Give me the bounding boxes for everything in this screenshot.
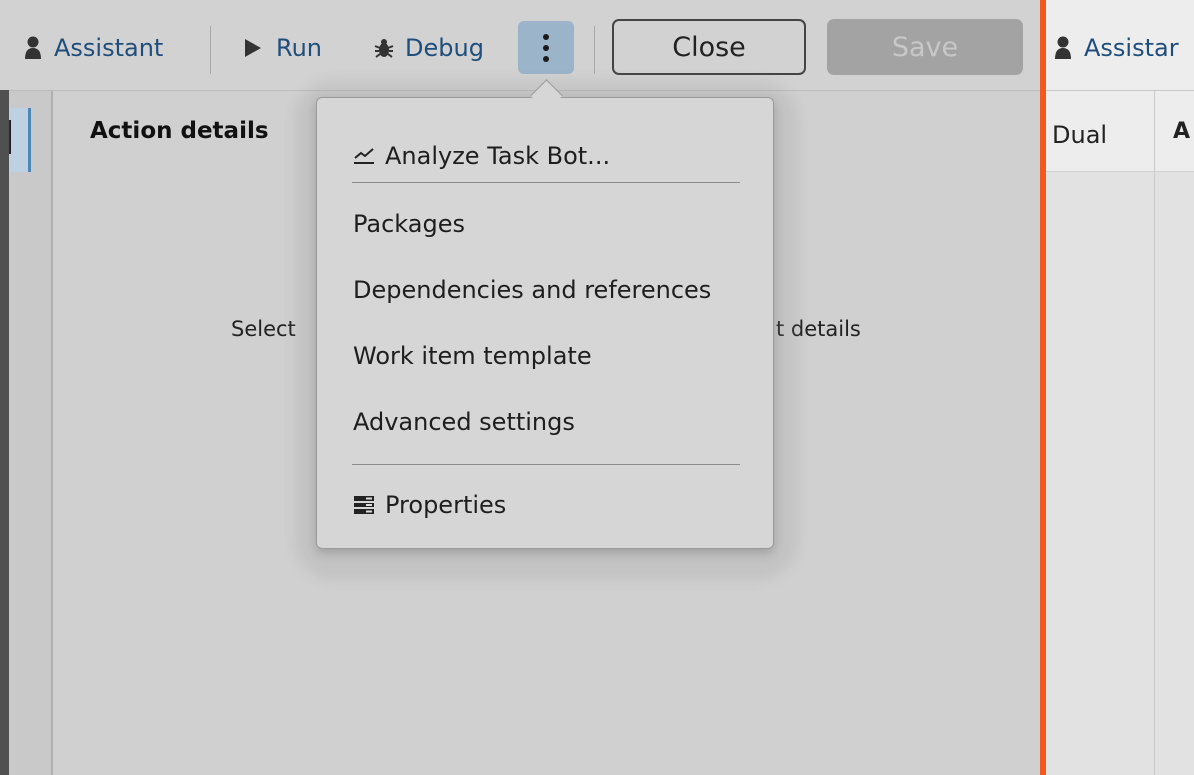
side-tab-marker bbox=[9, 120, 11, 154]
person-icon bbox=[25, 36, 41, 59]
menu-item-advanced-settings[interactable]: Advanced settings bbox=[353, 402, 575, 442]
second-assistant-button[interactable]: Assistar bbox=[1054, 26, 1179, 70]
assistant-button[interactable]: Assistant bbox=[24, 26, 163, 70]
menu-item-analyze-label: Analyze Task Bot... bbox=[385, 142, 611, 170]
editor-pane: Assistant Run Debug Close Save Action de… bbox=[0, 0, 1040, 775]
left-edge-border bbox=[0, 90, 9, 775]
menu-item-dependencies[interactable]: Dependencies and references bbox=[353, 270, 711, 310]
properties-icon bbox=[354, 496, 374, 514]
bug-icon bbox=[374, 39, 394, 58]
person-icon bbox=[1055, 36, 1071, 59]
second-column-header: A bbox=[1155, 91, 1194, 172]
assistant-label: Assistant bbox=[54, 34, 164, 62]
menu-separator bbox=[352, 464, 740, 465]
second-column-divider bbox=[1154, 91, 1155, 775]
second-assistant-label: Assistar bbox=[1084, 34, 1179, 62]
second-tab-area: Dual bbox=[1046, 91, 1154, 172]
debug-button[interactable]: Debug bbox=[373, 26, 484, 70]
second-toolbar: Assistar bbox=[1046, 0, 1194, 91]
second-column-label: A bbox=[1173, 119, 1191, 144]
close-button[interactable]: Close bbox=[612, 19, 806, 75]
menu-item-analyze[interactable]: Analyze Task Bot... bbox=[353, 136, 610, 176]
play-icon bbox=[245, 39, 261, 57]
save-button[interactable]: Save bbox=[827, 19, 1023, 75]
run-label: Run bbox=[276, 34, 323, 62]
second-editor-pane: Assistar Dual A bbox=[1046, 0, 1194, 775]
panel-title: Action details bbox=[90, 118, 269, 144]
run-button[interactable]: Run bbox=[244, 26, 322, 70]
menu-item-work-item-template[interactable]: Work item template bbox=[353, 336, 592, 376]
vertical-dots-icon bbox=[543, 33, 549, 62]
debug-label: Debug bbox=[405, 34, 484, 62]
second-tab-label[interactable]: Dual bbox=[1052, 121, 1107, 149]
menu-item-properties-label: Properties bbox=[385, 491, 507, 519]
more-options-menu: Analyze Task Bot... Packages Dependencie… bbox=[316, 97, 774, 549]
menu-item-properties[interactable]: Properties bbox=[353, 485, 506, 525]
panel-hint-left: Select bbox=[231, 317, 296, 341]
toolbar-separator bbox=[594, 26, 595, 74]
menu-separator bbox=[352, 182, 740, 183]
chart-line-icon bbox=[354, 148, 374, 164]
menu-item-packages[interactable]: Packages bbox=[353, 204, 465, 244]
toolbar: Assistant Run Debug Close Save bbox=[0, 0, 1040, 91]
more-options-button[interactable] bbox=[518, 21, 574, 74]
toolbar-separator bbox=[210, 26, 211, 74]
